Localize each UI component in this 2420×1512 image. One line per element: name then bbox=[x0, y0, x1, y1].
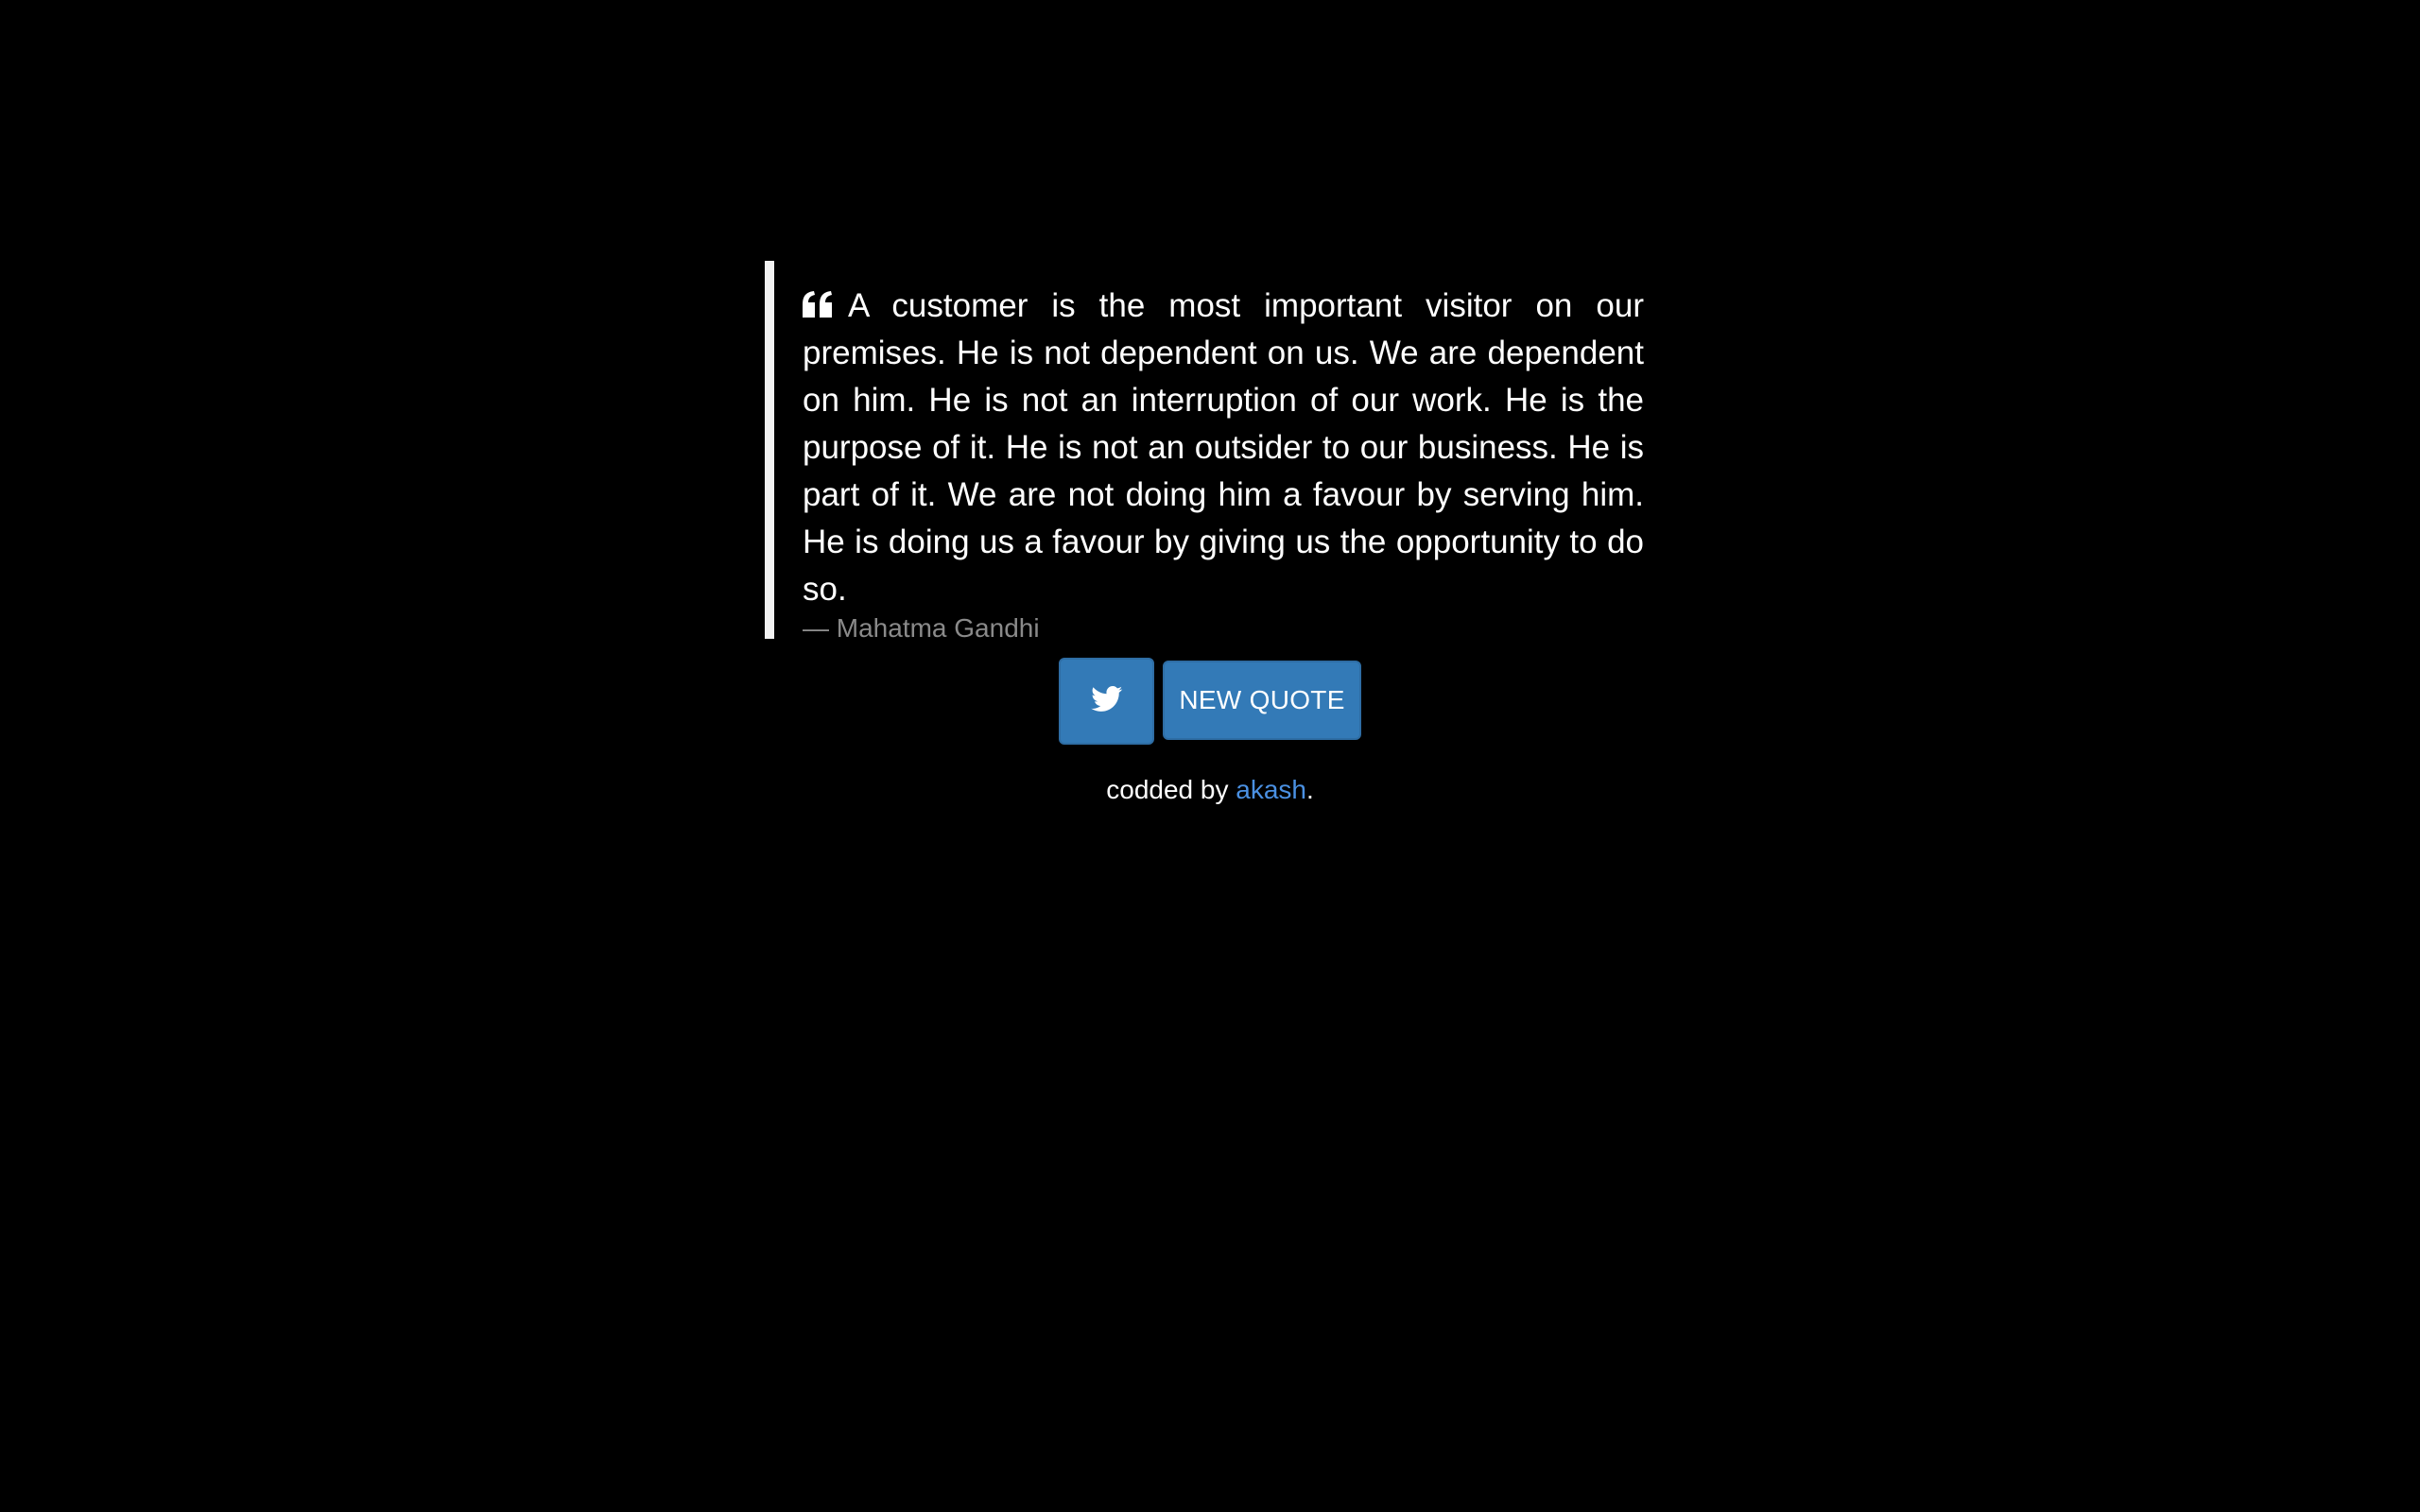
page: A customer is the most important visitor… bbox=[0, 0, 2420, 1512]
quote-text-container: A customer is the most important visitor… bbox=[803, 283, 1644, 613]
tweet-button[interactable] bbox=[1059, 658, 1154, 745]
author-link[interactable]: akash bbox=[1236, 775, 1306, 804]
twitter-icon bbox=[1090, 685, 1123, 717]
credit-prefix: codded by bbox=[1106, 775, 1236, 804]
new-quote-button[interactable]: NEW QUOTE bbox=[1163, 661, 1361, 740]
quote-text: A customer is the most important visitor… bbox=[803, 287, 1644, 608]
quote-left-icon bbox=[803, 291, 833, 318]
quote-author: — Mahatma Gandhi bbox=[803, 613, 1040, 643]
credit-line: codded by akash. bbox=[0, 771, 2420, 809]
credit-suffix: . bbox=[1305, 775, 1314, 804]
quote-block: A customer is the most important visitor… bbox=[765, 261, 1644, 643]
